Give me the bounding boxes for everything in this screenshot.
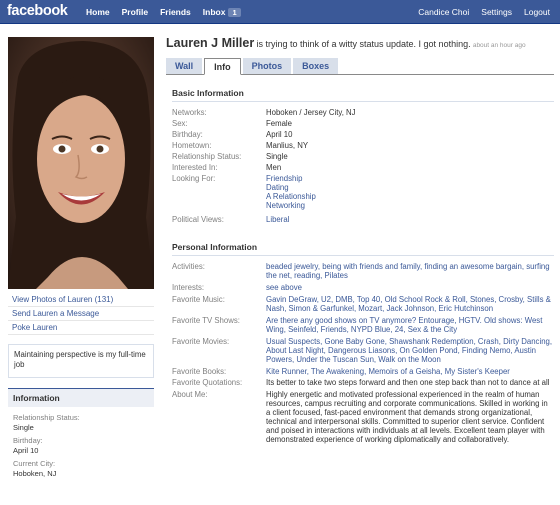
- interested-in-label: Interested In:: [172, 163, 218, 172]
- nav-user-name[interactable]: Candice Choi: [412, 7, 475, 17]
- nav-settings[interactable]: Settings: [475, 7, 518, 17]
- info-row: Sex: Female: [172, 119, 554, 128]
- music-value[interactable]: Gavin DeGraw, U2, DMB, Top 40, Old Schoo…: [266, 295, 551, 313]
- hometown-label: Hometown:: [172, 141, 212, 150]
- political-value[interactable]: Liberal: [266, 215, 289, 224]
- activities-label: Activities:: [172, 262, 205, 271]
- sex-value: Female: [266, 119, 292, 128]
- quotations-value: Its better to take two steps forward and…: [266, 378, 550, 387]
- profile-header: Lauren J Miller is trying to think of a …: [166, 36, 554, 50]
- profile-tabs: Wall Info Photos Boxes: [166, 58, 554, 75]
- info-city-label: Current City:: [13, 459, 56, 468]
- info-row: Networks: Hoboken / Jersey City, NJ: [172, 108, 554, 117]
- info-row: Looking For: Friendship Dating A Relatio…: [172, 174, 554, 210]
- political-label: Political Views:: [172, 215, 224, 224]
- left-column: View Photos of Lauren (131) Send Lauren …: [8, 37, 154, 482]
- send-message-link[interactable]: Send Lauren a Message: [8, 307, 154, 321]
- info-city-value: Hoboken, NJ: [13, 469, 57, 478]
- looking-for-networking[interactable]: Networking: [266, 201, 554, 210]
- about-me-value: Highly energetic and motivated professio…: [266, 390, 548, 444]
- main-column: Lauren J Miller is trying to think of a …: [166, 36, 554, 444]
- tab-wall[interactable]: Wall: [166, 58, 203, 74]
- profile-picture[interactable]: [8, 37, 154, 289]
- movies-label: Favorite Movies:: [172, 337, 230, 346]
- nav-inbox-label: Inbox: [202, 7, 226, 17]
- relationship-value: Single: [266, 152, 288, 161]
- info-row: Interested In: Men: [172, 163, 554, 172]
- view-photos-link[interactable]: View Photos of Lauren (131): [8, 293, 154, 307]
- tv-label: Favorite TV Shows:: [172, 316, 240, 325]
- status-text: is trying to think of a witty status upd…: [256, 39, 471, 49]
- birthday-label: Birthday:: [172, 130, 203, 139]
- networks-label: Networks:: [172, 108, 207, 117]
- nav-profile[interactable]: Profile: [116, 7, 154, 17]
- looking-for-label: Looking For:: [172, 174, 216, 183]
- status-time: about an hour ago: [472, 42, 526, 49]
- networks-value: Hoboken / Jersey City, NJ: [266, 108, 356, 117]
- tab-boxes[interactable]: Boxes: [293, 58, 339, 74]
- information-box: Information Relationship Status: Single …: [8, 388, 154, 482]
- information-box-title: Information: [8, 389, 154, 407]
- interested-in-value: Men: [266, 163, 282, 172]
- activities-value[interactable]: beaded jewelry, being with friends and f…: [266, 262, 550, 280]
- profile-name: Lauren J Miller: [166, 36, 255, 50]
- top-navigation-bar: facebook Home Profile Friends Inbox 1 Can…: [0, 0, 560, 24]
- inbox-count-badge: 1: [228, 8, 241, 17]
- nav-logout[interactable]: Logout: [518, 7, 556, 17]
- status-blurb: Maintaining perspective is my full-time …: [8, 344, 154, 378]
- tab-info[interactable]: Info: [204, 58, 241, 75]
- tab-photos[interactable]: Photos: [242, 58, 292, 74]
- music-label: Favorite Music:: [172, 295, 225, 304]
- info-relationship-label: Relationship Status:: [13, 413, 80, 422]
- relationship-label: Relationship Status:: [172, 152, 242, 161]
- nav-inbox[interactable]: Inbox 1: [197, 7, 247, 17]
- birthday-value: April 10: [266, 130, 293, 139]
- looking-for-relationship[interactable]: A Relationship: [266, 192, 554, 201]
- poke-link[interactable]: Poke Lauren: [8, 321, 154, 335]
- interests-value[interactable]: see above: [266, 283, 302, 292]
- profile-photo-illustration: [8, 37, 154, 289]
- info-birthday-value: April 10: [13, 446, 39, 455]
- personal-information-section: Personal Information Activities: beaded j…: [172, 242, 554, 444]
- tv-value[interactable]: Are there any good shows on TV anymore? …: [266, 316, 542, 334]
- books-label: Favorite Books:: [172, 367, 227, 376]
- main-nav: Home Profile Friends Inbox 1: [80, 0, 247, 24]
- info-relationship-value: Single: [13, 423, 34, 432]
- interests-label: Interests:: [172, 283, 205, 292]
- movies-value[interactable]: Usual Suspects, Gone Baby Gone, Shawshan…: [266, 337, 552, 364]
- nav-home[interactable]: Home: [80, 7, 116, 17]
- nav-friends[interactable]: Friends: [154, 7, 197, 17]
- profile-actions: View Photos of Lauren (131) Send Lauren …: [8, 293, 154, 335]
- info-birthday-label: Birthday:: [13, 436, 43, 445]
- info-row: Birthday: April 10: [172, 130, 554, 139]
- books-value[interactable]: Kite Runner, The Awakening, Memoirs of a…: [266, 367, 510, 376]
- info-row: Relationship Status: Single: [172, 152, 554, 161]
- facebook-logo[interactable]: facebook: [7, 3, 68, 19]
- info-row: Hometown: Manlius, NY: [172, 141, 554, 150]
- personal-information-title: Personal Information: [172, 242, 554, 256]
- basic-information-section: Basic Information Networks: Hoboken / Jer…: [172, 88, 554, 224]
- hometown-value: Manlius, NY: [266, 141, 309, 150]
- basic-information-title: Basic Information: [172, 88, 554, 102]
- sex-label: Sex:: [172, 119, 188, 128]
- account-nav: Candice Choi Settings Logout: [412, 0, 556, 24]
- looking-for-dating[interactable]: Dating: [266, 183, 554, 192]
- info-row: Political Views: Liberal: [172, 215, 554, 224]
- quotations-label: Favorite Quotations:: [172, 378, 243, 387]
- about-me-label: About Me:: [172, 390, 208, 399]
- looking-for-friendship[interactable]: Friendship: [266, 174, 554, 183]
